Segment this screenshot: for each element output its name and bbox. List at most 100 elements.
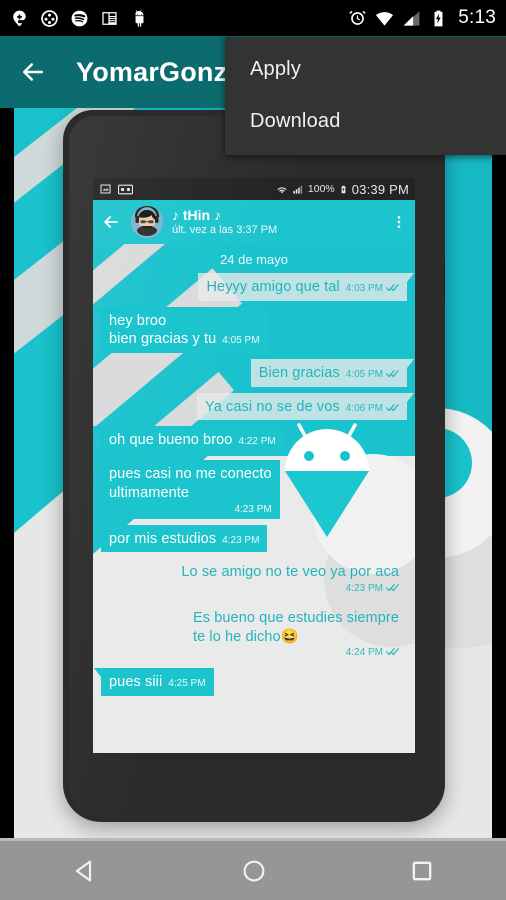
navigation-bar [0, 838, 506, 900]
message-row[interactable]: Heyyy amigo que tal 4:03 PM [101, 273, 414, 301]
nav-back-icon[interactable] [70, 856, 100, 886]
chat-header: ♪ tHin ♪ últ. vez a las 3:37 PM [93, 200, 415, 244]
outgoing-message-bubble[interactable]: Es bueno que estudies siempre te lo he d… [185, 604, 407, 662]
android-robot-icon [135, 9, 144, 27]
read-receipt-icon [386, 648, 399, 656]
wifi-icon [277, 186, 287, 193]
incoming-message-bubble[interactable]: pues casi no me conecto ultimamente 4:23 … [94, 460, 280, 519]
message-text: pues casi no me conecto ultimamente [109, 466, 272, 501]
message-text: hey broo bien gracias y tu [109, 312, 217, 348]
message-time: 4:23 PM [345, 582, 383, 594]
phone-screen: 100% 03:39 PM ♪ tHin ♪ últ. vez a las 3:… [93, 178, 415, 753]
message-row[interactable]: pues casi no me conecto ultimamente 4:23 … [94, 460, 407, 519]
message-time: 4:23 PM [234, 503, 272, 515]
phone-status-left [99, 183, 133, 195]
message-row[interactable]: hey broo bien gracias y tu 4:05 PM [94, 306, 407, 354]
message-time: 4:25 PM [168, 678, 206, 690]
message-meta: 4:24 PM [193, 647, 399, 658]
outgoing-message-bubble[interactable]: Ya casi no se de vos 4:06 PM [197, 392, 414, 421]
message-row[interactable]: Es bueno que estudies siempre te lo he d… [101, 604, 407, 662]
nav-recents-icon[interactable] [408, 857, 436, 885]
message-text: Bien gracias [258, 365, 340, 382]
voicemail-icon [118, 184, 133, 194]
mobizen-icon [41, 9, 58, 27]
message-text: Lo se amigo no te veo ya por aca [181, 564, 399, 581]
phone-clock: 03:39 PM [351, 181, 409, 197]
overflow-menu[interactable]: Apply Download [225, 37, 506, 155]
message-time: 4:06 PM [345, 402, 383, 414]
message-meta: 4:22 PM [238, 436, 275, 447]
cell-signal-icon [293, 185, 303, 194]
message-meta: 4:23 PM [109, 503, 272, 515]
message-text: Ya casi no se de vos [205, 398, 340, 415]
news-widget-icon [102, 11, 117, 25]
message-time: 4:05 PM [345, 369, 383, 381]
spotify-icon [71, 10, 88, 26]
message-time: 4:05 PM [222, 335, 260, 347]
screen-root: 5:13 YomarGonzalez 100% 03:39 PM ♪ tHin … [0, 0, 506, 900]
message-time: 4:23 PM [222, 534, 260, 546]
cell-signal-icon [403, 10, 420, 26]
status-right-icons: 5:13 [348, 7, 496, 29]
message-meta: 4:03 PM [346, 283, 399, 294]
read-receipt-icon [386, 370, 399, 378]
phone-volume-button [63, 315, 64, 377]
more-vertical-icon[interactable] [391, 212, 407, 232]
menu-item-download[interactable]: Download [225, 95, 506, 147]
message-text: Heyyy amigo que tal [206, 279, 340, 295]
contact-name: ♪ tHin ♪ [172, 208, 221, 223]
status-left-icons [10, 9, 149, 28]
message-row[interactable]: Ya casi no se de vos 4:06 PM [101, 392, 414, 421]
message-meta: 4:06 PM [346, 403, 399, 414]
message-row[interactable]: Bien gracias 4:05 PM [101, 359, 415, 387]
back-arrow-icon[interactable] [18, 57, 48, 87]
phone-mockup: 100% 03:39 PM ♪ tHin ♪ últ. vez a las 3:… [63, 110, 445, 822]
outgoing-message-bubble[interactable]: Lo se amigo no te veo ya por aca 4:23 PM [173, 558, 407, 598]
message-meta: 4:05 PM [346, 369, 399, 380]
status-clock: 5:13 [458, 7, 496, 28]
message-row[interactable]: por mis estudios 4:23 PM [93, 524, 407, 553]
system-status-bar: 5:13 [0, 0, 506, 36]
message-text: por mis estudios [109, 530, 217, 547]
message-row[interactable]: pues siii 4:25 PM [94, 668, 407, 696]
message-time: 4:24 PM [345, 647, 383, 659]
message-meta: 4:25 PM [168, 678, 205, 689]
message-row[interactable]: oh que bueno broo 4:22 PM [94, 426, 407, 455]
battery-charging-icon [434, 10, 443, 26]
outgoing-message-bubble[interactable]: Heyyy amigo que tal 4:03 PM [198, 273, 414, 301]
read-receipt-icon [386, 583, 399, 592]
message-meta: 4:23 PM [181, 583, 399, 594]
phone-status-bar: 100% 03:39 PM [93, 178, 415, 200]
date-divider: 24 de mayo [220, 252, 288, 267]
location-pin-icon [13, 10, 26, 26]
message-meta: 4:05 PM [222, 335, 259, 346]
phone-status-right: 100% 03:39 PM [276, 182, 409, 197]
messages-container: 24 de mayo Heyyy amigo que tal 4:03 PM hey… [93, 244, 415, 696]
message-text: oh que bueno broo [109, 432, 233, 449]
read-receipt-icon [386, 403, 399, 411]
back-arrow-icon[interactable] [101, 212, 121, 232]
avatar[interactable] [131, 206, 163, 238]
battery-charging-icon [341, 185, 346, 193]
message-time: 4:22 PM [238, 436, 276, 448]
chat-message-list[interactable]: 24 de mayo Heyyy amigo que tal 4:03 PM hey… [93, 244, 415, 753]
nav-home-icon[interactable] [239, 856, 269, 886]
alarm-icon [349, 10, 366, 25]
chat-contact-info: ♪ tHin ♪ últ. vez a las 3:37 PM [172, 208, 277, 236]
incoming-message-bubble[interactable]: oh que bueno broo 4:22 PM [94, 426, 284, 455]
incoming-message-bubble[interactable]: por mis estudios 4:23 PM [93, 524, 268, 553]
message-text: Es bueno que estudies siempre te lo he d… [192, 609, 399, 645]
message-time: 4:03 PM [345, 283, 383, 294]
phone-power-button [444, 260, 445, 302]
menu-item-apply[interactable]: Apply [225, 43, 506, 95]
image-icon [100, 184, 111, 194]
contact-last-seen: últ. vez a las 3:37 PM [172, 223, 278, 236]
incoming-message-bubble[interactable]: hey broo bien gracias y tu 4:05 PM [94, 306, 268, 354]
wallpaper-preview[interactable]: 100% 03:39 PM ♪ tHin ♪ últ. vez a las 3:… [14, 108, 492, 838]
outgoing-message-bubble[interactable]: Bien gracias 4:05 PM [250, 359, 415, 387]
message-meta: 4:23 PM [222, 535, 259, 546]
read-receipt-icon [386, 283, 399, 292]
incoming-message-bubble[interactable]: pues siii 4:25 PM [94, 668, 214, 696]
message-row[interactable]: Lo se amigo no te veo ya por aca 4:23 PM [101, 558, 407, 598]
wifi-icon [376, 11, 394, 26]
